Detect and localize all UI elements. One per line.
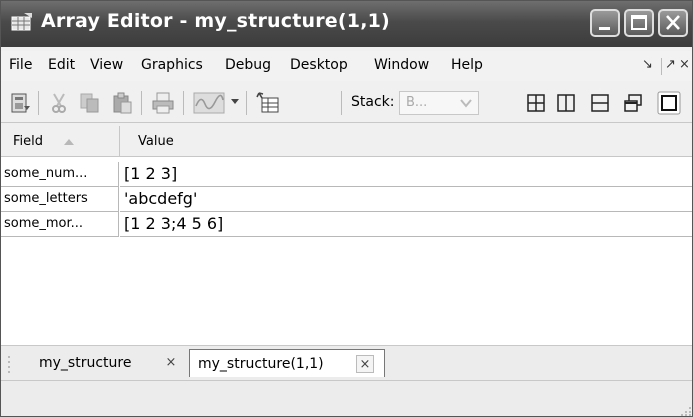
stack-label: Stack: (351, 94, 395, 110)
plot-icon[interactable] (193, 92, 225, 114)
tab-label: my_structure (39, 355, 132, 371)
resize-grip-icon[interactable] (680, 404, 692, 416)
copy-icon[interactable] (79, 92, 101, 114)
window-title: Array Editor - my_structure(1,1) (41, 10, 390, 32)
toolbar-separator (341, 91, 342, 115)
menu-help[interactable]: Help (451, 57, 483, 73)
column-header-field-label: Field (13, 134, 44, 149)
new-variable-icon[interactable] (256, 92, 280, 114)
drag-handle-icon[interactable] (7, 354, 11, 374)
split-rows-icon[interactable] (590, 93, 610, 113)
status-bar (1, 381, 692, 416)
table-row[interactable]: some_letters 'abcdefg' (1, 187, 692, 213)
cut-icon[interactable] (49, 92, 69, 114)
array-editor-window: Array Editor - my_structure(1,1) File Ed… (0, 0, 693, 417)
value-cell[interactable]: [1 2 3;4 5 6] (120, 212, 692, 237)
stack-select[interactable]: B... (399, 91, 479, 115)
print-icon[interactable] (151, 92, 175, 114)
column-header-value[interactable]: Value (138, 134, 174, 149)
toolbar-separator (183, 91, 184, 115)
table-row[interactable]: some_num... [1 2 3] (1, 162, 692, 188)
undock-button[interactable]: ↗ (665, 57, 676, 72)
import-data-icon[interactable] (9, 92, 31, 114)
paste-icon[interactable] (111, 92, 133, 114)
toolbar-separator (141, 91, 142, 115)
field-cell[interactable]: some_num... (1, 162, 119, 187)
plot-dropdown-icon[interactable] (230, 98, 240, 106)
dock-button[interactable]: ↘ (642, 57, 653, 72)
close-icon (666, 15, 680, 30)
split-columns-icon[interactable] (556, 93, 576, 113)
field-cell[interactable]: some_mor... (1, 212, 119, 237)
table-row[interactable]: some_mor... [1 2 3;4 5 6] (1, 212, 692, 238)
value-cell[interactable]: [1 2 3] (120, 162, 692, 187)
close-editor-button[interactable]: × (679, 57, 690, 72)
tab-my-structure[interactable]: my_structure × (25, 349, 185, 377)
menu-desktop[interactable]: Desktop (290, 57, 348, 73)
menu-debug[interactable]: Debug (225, 57, 271, 73)
tab-close-button[interactable]: × (356, 355, 374, 373)
title-bar[interactable]: Array Editor - my_structure(1,1) (1, 1, 692, 47)
table-header: Field Value (1, 126, 692, 157)
menu-file[interactable]: File (9, 57, 32, 73)
maximize-button[interactable] (624, 9, 654, 37)
tab-close-button[interactable]: × (162, 354, 180, 372)
tab-label: my_structure(1,1) (198, 356, 324, 372)
minimize-button[interactable] (590, 9, 620, 37)
maximize-icon (631, 15, 647, 30)
array-editor-icon (11, 13, 32, 31)
stack-select-value: B... (406, 95, 428, 110)
menu-separator (661, 58, 662, 75)
toolbar-separator (38, 91, 39, 115)
minimize-icon (599, 27, 610, 30)
menu-view[interactable]: View (90, 57, 123, 73)
tab-my-structure-1-1[interactable]: my_structure(1,1) × (189, 349, 385, 377)
float-icon[interactable] (623, 93, 643, 113)
menu-edit[interactable]: Edit (48, 57, 75, 73)
menu-window[interactable]: Window (374, 57, 429, 73)
tile-grid-icon[interactable] (526, 93, 546, 113)
toolbar: Stack: B... (1, 84, 692, 123)
chevron-down-icon (460, 99, 472, 108)
data-grid[interactable]: some_num... [1 2 3] some_letters 'abcdef… (1, 157, 692, 345)
column-header-field[interactable]: Field (1, 126, 120, 156)
field-cell[interactable]: some_letters (1, 187, 119, 212)
menu-graphics[interactable]: Graphics (141, 57, 203, 73)
menu-bar: File Edit View Graphics Debug Desktop Wi… (1, 51, 692, 81)
value-cell[interactable]: 'abcdefg' (120, 187, 692, 212)
toolbar-separator (246, 91, 247, 115)
maximize-pane-icon[interactable] (657, 91, 681, 115)
sort-ascending-icon (64, 139, 74, 145)
close-button[interactable] (658, 9, 688, 37)
document-tab-bar: my_structure × my_structure(1,1) × (1, 345, 692, 381)
